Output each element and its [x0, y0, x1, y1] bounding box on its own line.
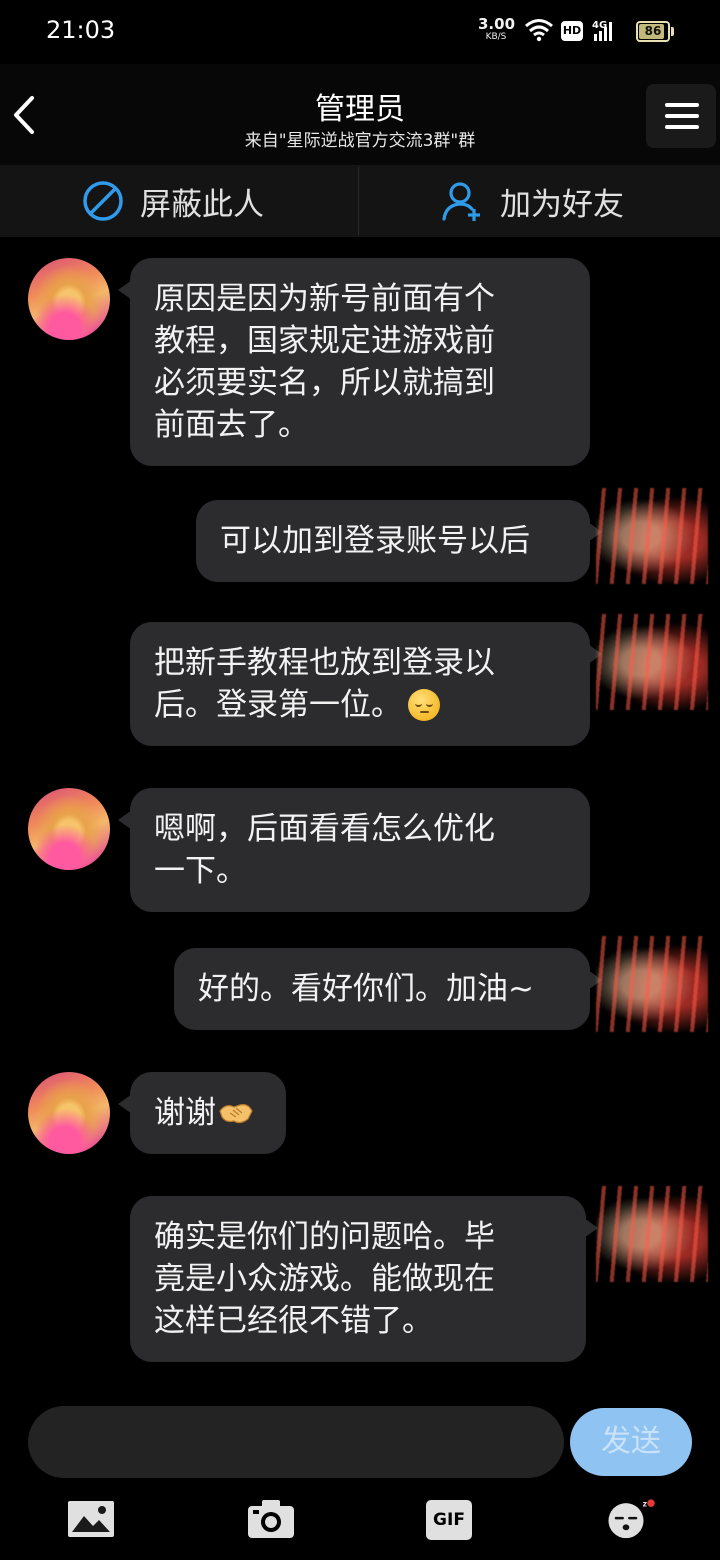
message-line: 必须要实名，所以就搞到: [154, 365, 495, 401]
send-button[interactable]: 发送: [570, 1408, 692, 1476]
net-speed: 3.00 KB/S: [478, 15, 516, 42]
net-speed-unit: KB/S: [485, 32, 507, 42]
svg-text:z: z: [643, 1500, 647, 1509]
block-user-label: 屏蔽此人: [140, 186, 264, 223]
message-line: 谢谢: [154, 1095, 216, 1131]
wifi-icon: [525, 19, 553, 42]
message-bubble[interactable]: 可以加到登录账号以后: [196, 500, 602, 582]
avatar[interactable]: [28, 1072, 110, 1154]
avatar[interactable]: [596, 1186, 708, 1282]
battery-level: 86: [644, 24, 662, 38]
status-time: 21:03: [46, 16, 116, 44]
avatar[interactable]: [596, 936, 708, 1032]
battery-tip: [671, 27, 674, 36]
image-icon[interactable]: [66, 1494, 116, 1544]
profile-action-bar: 屏蔽此人 加为好友: [0, 165, 720, 237]
message-line: 竟是小众游戏。能做现在: [154, 1261, 495, 1297]
chat-subtitle: 来自"星际逆战官方交流3群"群: [244, 131, 476, 151]
action-divider: [358, 167, 359, 235]
avatar[interactable]: [28, 788, 110, 870]
message-bubble[interactable]: 谢谢: [118, 1072, 286, 1154]
block-icon: [83, 181, 123, 221]
message-line: 这样已经很不错了。: [154, 1303, 433, 1339]
message-line: 教程，国家规定进游戏前: [154, 323, 495, 359]
message-line: 确实是你们的问题哈。毕: [154, 1219, 495, 1255]
block-user-button[interactable]: 屏蔽此人: [82, 165, 264, 237]
hamburger-menu-icon: [665, 103, 699, 129]
camera-icon[interactable]: [246, 1494, 296, 1544]
message-line: 把新手教程也放到登录以: [154, 645, 495, 681]
emoji-sleepy-icon[interactable]: z: [606, 1494, 656, 1544]
pensive-face-emoji: [408, 689, 440, 721]
message-line: 前面去了。: [154, 407, 309, 443]
cellular-signal-icon: 4G: [592, 20, 612, 41]
message-line: 嗯啊，后面看看怎么优化: [154, 811, 495, 847]
avatar[interactable]: [28, 258, 110, 340]
message-line: 可以加到登录账号以后: [220, 523, 530, 559]
avatar[interactable]: [596, 488, 708, 584]
gif-button[interactable]: GIF: [426, 1500, 472, 1540]
message-line: 原因是因为新号前面有个: [154, 281, 495, 317]
net-speed-value: 3.00: [478, 15, 516, 33]
menu-button[interactable]: [646, 84, 716, 148]
message-bubble[interactable]: 好的。看好你们。加油~: [174, 948, 602, 1030]
message-input[interactable]: [28, 1406, 564, 1478]
message-line: 一下。: [154, 853, 247, 889]
back-button[interactable]: [4, 90, 46, 140]
avatar[interactable]: [596, 614, 708, 710]
message-bubble[interactable]: 把新手教程也放到登录以 后。登录第一位。: [130, 622, 602, 746]
chevron-left-icon: [14, 96, 34, 134]
add-friend-label: 加为好友: [500, 186, 624, 223]
hd-badge: HD: [561, 21, 583, 41]
chat-title: 管理员: [315, 92, 405, 127]
handshake-emoji: [219, 1104, 253, 1124]
add-friend-button[interactable]: 加为好友: [440, 165, 624, 237]
message-bubble[interactable]: 原因是因为新号前面有个 教程，国家规定进游戏前 必须要实名，所以就搞到 前面去了…: [118, 258, 590, 466]
message-line: 好的。看好你们。加油~: [198, 971, 534, 1007]
message-line: 后。登录第一位。: [154, 687, 402, 723]
add-user-icon: [442, 182, 480, 221]
battery-icon: 86: [636, 21, 670, 42]
message-bubble[interactable]: 确实是你们的问题哈。毕 竟是小众游戏。能做现在 这样已经很不错了。: [130, 1196, 598, 1362]
status-bar: 21:03 3.00 KB/S HD 4G 86: [0, 0, 720, 64]
message-bubble[interactable]: 嗯啊，后面看看怎么优化 一下。: [118, 788, 590, 912]
chat-header: 管理员 来自"星际逆战官方交流3群"群: [0, 64, 720, 165]
